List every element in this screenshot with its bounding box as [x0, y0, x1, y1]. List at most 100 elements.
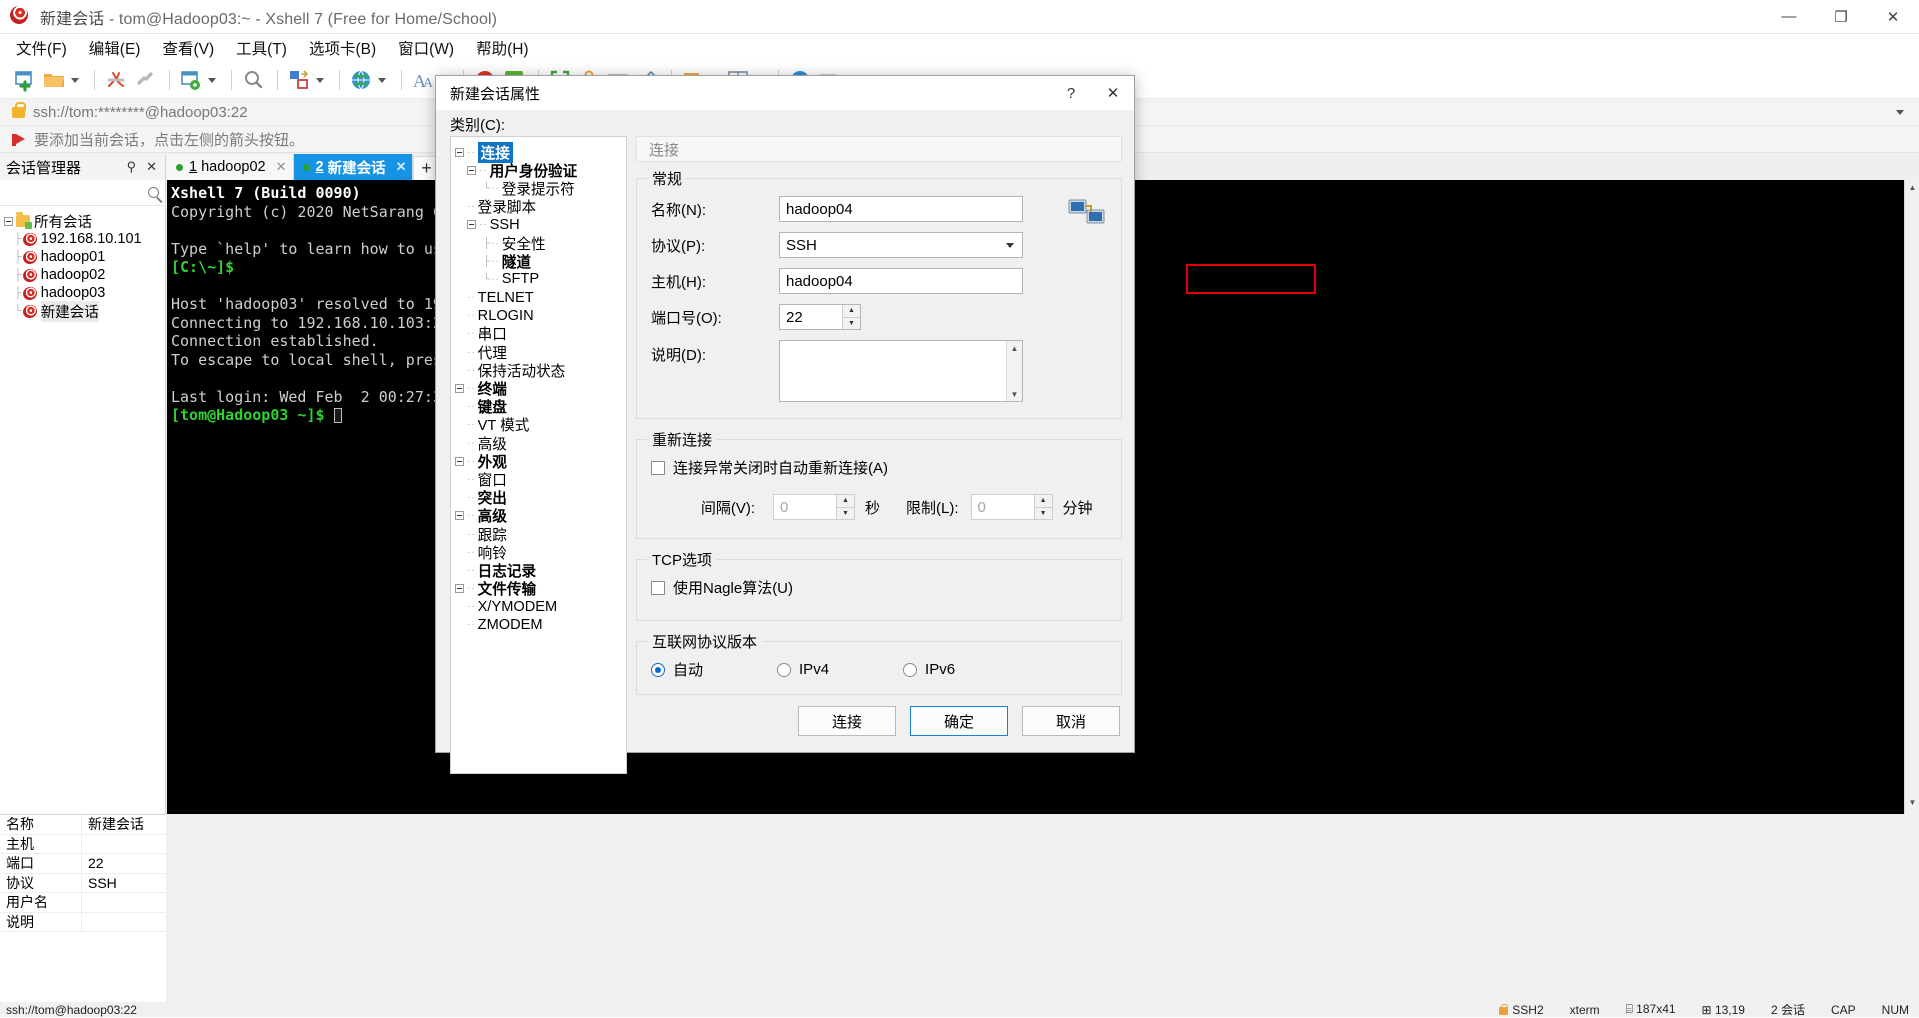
category-item-security[interactable]: ├·· 安全性: [455, 234, 626, 253]
open-folder-icon[interactable]: [41, 67, 67, 93]
category-item-keepalive[interactable]: ·· 保持活动状态: [455, 361, 626, 380]
interval-input[interactable]: 0: [774, 495, 836, 519]
category-item-bell[interactable]: ·· 响铃: [455, 543, 626, 562]
name-input[interactable]: hadoop04: [779, 196, 1023, 222]
auto-reconnect-checkbox[interactable]: [651, 460, 665, 475]
tab-close-icon[interactable]: ✕: [276, 159, 287, 175]
session-properties-icon[interactable]: [178, 67, 204, 93]
close-button[interactable]: ✕: [1867, 0, 1919, 34]
stepper-up-icon[interactable]: ▲: [1034, 495, 1052, 507]
port-input[interactable]: 22: [780, 305, 842, 329]
category-item-appearance[interactable]: ·· 外观: [455, 452, 626, 471]
transfer-dropdown-icon[interactable]: [316, 77, 324, 83]
expander-icon[interactable]: [455, 511, 464, 521]
category-item-login-prompt[interactable]: └·· 登录提示符: [455, 179, 626, 198]
session-item[interactable]: ├ hadoop02: [4, 266, 165, 284]
category-item-serial[interactable]: ·· 串口: [455, 325, 626, 343]
expander-icon[interactable]: [455, 456, 464, 466]
interval-stepper[interactable]: 0 ▲ ▼: [773, 494, 855, 520]
category-item-login-script[interactable]: ·· 登录脚本: [455, 198, 626, 216]
category-item-trace[interactable]: ·· 跟踪: [455, 525, 626, 544]
session-tree-root[interactable]: 所有会话: [4, 212, 165, 231]
scroll-down-icon[interactable]: ▼: [1011, 387, 1019, 401]
stepper-down-icon[interactable]: ▼: [843, 316, 860, 329]
category-item-proxy[interactable]: ·· 代理: [455, 343, 626, 362]
expander-icon[interactable]: [455, 147, 464, 157]
nagle-checkbox[interactable]: [651, 580, 665, 595]
category-item-auth[interactable]: ·· 用户身份验证: [455, 161, 626, 180]
globe-dropdown-icon[interactable]: [378, 77, 386, 83]
expander-icon[interactable]: [455, 584, 464, 594]
tab-new-session[interactable]: 2 新建会话 ✕: [293, 154, 414, 180]
menu-item-file[interactable]: 文件(F): [16, 37, 67, 59]
category-item-terminal[interactable]: ·· 终端: [455, 379, 626, 398]
stepper-down-icon[interactable]: ▼: [1034, 506, 1052, 519]
ok-button[interactable]: 确定: [910, 706, 1008, 736]
tab-close-icon[interactable]: ✕: [396, 159, 407, 175]
chevron-down-icon[interactable]: [1006, 243, 1014, 248]
search-icon[interactable]: [148, 187, 159, 198]
category-item-keyboard[interactable]: ·· 键盘: [455, 398, 626, 416]
stepper-down-icon[interactable]: ▼: [837, 506, 854, 519]
ipversion-radio-ipv6[interactable]: [903, 662, 918, 677]
category-item-rlogin[interactable]: ·· RLOGIN: [455, 307, 626, 325]
expander-icon[interactable]: [467, 165, 476, 175]
globe-icon[interactable]: [348, 67, 374, 93]
connect-icon[interactable]: [132, 67, 158, 93]
category-item-window[interactable]: ·· 窗口: [455, 470, 626, 489]
stepper-up-icon[interactable]: ▲: [843, 305, 860, 317]
menu-item-help[interactable]: 帮助(H): [476, 37, 529, 59]
connect-button[interactable]: 连接: [798, 706, 896, 736]
scroll-down-icon[interactable]: ▼: [1905, 795, 1919, 810]
category-item-tunnel[interactable]: ├·· 隧道: [455, 252, 626, 271]
session-search-row[interactable]: [0, 180, 165, 206]
disconnect-icon[interactable]: [103, 67, 129, 93]
menu-item-view[interactable]: 查看(V): [162, 37, 214, 59]
address-dropdown-icon[interactable]: [1896, 109, 1904, 115]
terminal-scrollbar[interactable]: ▲ ▼: [1904, 180, 1919, 814]
ipversion-radio-ipv4[interactable]: [777, 662, 792, 677]
find-icon[interactable]: [240, 67, 266, 93]
auto-reconnect-row[interactable]: 连接异常关闭时自动重新连接(A): [651, 457, 1107, 478]
host-input[interactable]: hadoop04: [779, 268, 1023, 294]
maximize-button[interactable]: ❐: [1815, 0, 1867, 34]
menu-item-window[interactable]: 窗口(W): [398, 37, 454, 59]
scroll-up-icon[interactable]: ▲: [1011, 341, 1019, 355]
cancel-button[interactable]: 取消: [1022, 706, 1120, 736]
category-item-logging[interactable]: ·· 日志记录: [455, 561, 626, 580]
session-item[interactable]: ├ hadoop03: [4, 284, 165, 302]
category-tree[interactable]: ·· 连接 ·· 用户身份验证 └·· 登录提示符 ·· 登录脚本 ·· SSH ├·· 安…: [450, 136, 627, 774]
port-stepper[interactable]: 22 ▲ ▼: [779, 304, 861, 330]
transfer-icon[interactable]: [286, 67, 312, 93]
description-scrollbar[interactable]: ▲ ▼: [1006, 341, 1022, 401]
minimize-button[interactable]: —: [1763, 0, 1815, 34]
limit-stepper[interactable]: 0 ▲ ▼: [970, 494, 1053, 520]
category-item-xymodem[interactable]: ·· X/YMODEM: [455, 598, 626, 616]
ipversion-radio-auto[interactable]: [651, 662, 665, 677]
category-item-sftp[interactable]: └·· SFTP: [455, 270, 626, 288]
category-item-file-transfer[interactable]: ·· 文件传输: [455, 580, 626, 598]
session-properties-dropdown-icon[interactable]: [208, 77, 216, 83]
scroll-up-icon[interactable]: ▲: [1905, 180, 1919, 195]
collapse-icon[interactable]: [4, 216, 13, 226]
close-icon[interactable]: ✕: [146, 159, 157, 175]
session-item-selected[interactable]: └ 新建会话: [4, 300, 165, 322]
limit-input[interactable]: 0: [972, 495, 1034, 519]
session-item[interactable]: ├ 192.168.10.101: [4, 230, 165, 248]
menu-item-edit[interactable]: 编辑(E): [89, 37, 141, 59]
expander-icon[interactable]: [467, 220, 476, 230]
pin-icon[interactable]: ⚲: [127, 159, 137, 175]
font-icon[interactable]: AA: [410, 67, 436, 93]
tab-hadoop02[interactable]: 1 hadoop02 ✕: [167, 154, 294, 180]
menu-item-tools[interactable]: 工具(T): [236, 37, 287, 59]
stepper-up-icon[interactable]: ▲: [837, 495, 854, 507]
category-item-zmodem[interactable]: ·· ZMODEM: [455, 616, 626, 634]
new-session-icon[interactable]: [12, 67, 38, 93]
nagle-row[interactable]: 使用Nagle算法(U): [651, 577, 1107, 598]
category-item-ssh[interactable]: ·· SSH: [455, 216, 626, 234]
category-item-terminal-advanced[interactable]: ·· 高级: [455, 434, 626, 453]
description-textarea[interactable]: ▲ ▼: [779, 340, 1023, 402]
dialog-close-button[interactable]: ✕: [1092, 76, 1134, 110]
menu-item-tabs[interactable]: 选项卡(B): [309, 37, 376, 59]
category-item-connection[interactable]: ·· 连接: [455, 141, 626, 163]
